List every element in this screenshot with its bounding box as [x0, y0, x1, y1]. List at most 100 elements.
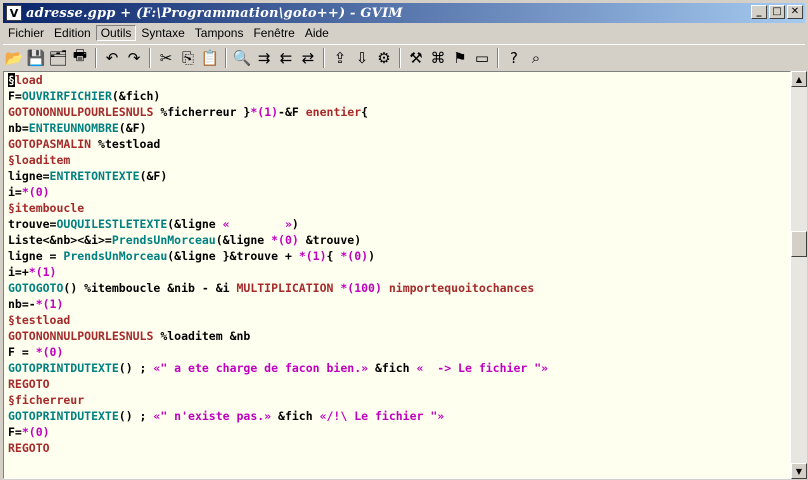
tags-icon[interactable]: ⚑	[449, 47, 471, 69]
title-bar[interactable]: V adresse.gpp + (F:\Programmation\goto++…	[3, 3, 805, 23]
code-line[interactable]: GOTONONNULPOURLESNULS %ficherreur }*(1)-…	[4, 104, 790, 120]
code-token: GOTONONNULPOURLESNULS	[8, 105, 154, 119]
code-token: &fich	[368, 361, 417, 375]
code-token: i=	[8, 185, 22, 199]
save-icon[interactable]: 💾	[25, 47, 47, 69]
menu-aide[interactable]: Aide	[300, 26, 334, 40]
window-title: adresse.gpp + (F:\Programmation\goto++) …	[26, 5, 403, 21]
code-line[interactable]: nb=-*(1)	[4, 296, 790, 312]
code-line[interactable]: REGOTO	[4, 440, 790, 456]
copy-icon[interactable]: ⎘	[177, 47, 199, 69]
code-token: PrendsUnMorceau	[63, 249, 168, 263]
menu-syntaxe[interactable]: Syntaxe	[136, 26, 189, 40]
code-line[interactable]: §itemboucle	[4, 200, 790, 216]
code-token: PrendsUnMorceau	[111, 233, 216, 247]
make-icon[interactable]: ⚒	[405, 47, 427, 69]
toolbar-separator	[323, 47, 325, 68]
scroll-down-button[interactable]: ▼	[791, 463, 807, 479]
code-token: -&F	[278, 105, 306, 119]
scroll-up-button[interactable]: ▲	[791, 71, 807, 87]
code-token: *(0)	[21, 185, 50, 199]
scroll-thumb[interactable]	[791, 231, 807, 257]
code-token: *(0)	[21, 425, 50, 439]
find-next-icon[interactable]: ⇉	[253, 47, 275, 69]
vertical-scrollbar[interactable]: ▲ ▼	[791, 71, 807, 479]
code-line[interactable]: i=+*(1)	[4, 264, 790, 280]
code-line[interactable]: §ficherreur	[4, 392, 790, 408]
paste-icon[interactable]: 📋	[199, 47, 221, 69]
undo-icon[interactable]: ↶	[101, 47, 123, 69]
code-token: {	[361, 105, 369, 119]
minimize-button[interactable]: _	[751, 5, 767, 19]
load-session-icon[interactable]: ⇪	[329, 47, 351, 69]
help-icon[interactable]: ?	[503, 47, 525, 69]
find-prev-icon[interactable]: ⇇	[275, 47, 297, 69]
code-token: ligne =	[8, 249, 64, 263]
code-line[interactable]: §load	[4, 72, 790, 88]
jump-tag-icon[interactable]: ▭	[471, 47, 493, 69]
find-icon[interactable]: 🔍	[231, 47, 253, 69]
gvim-app-icon[interactable]: V	[6, 5, 22, 21]
code-token: GOTOPASMALIN	[8, 137, 92, 151]
save-session-icon[interactable]: ⇩	[351, 47, 373, 69]
code-token: nimportequoitochances	[388, 281, 535, 295]
redo-icon[interactable]: ↷	[123, 47, 145, 69]
code-token: load	[14, 73, 43, 87]
save-all-icon[interactable]: 🗂	[47, 47, 69, 69]
code-line[interactable]: ligne = PrendsUnMorceau(&ligne }&trouve …	[4, 248, 790, 264]
code-token: (&F)	[139, 169, 168, 183]
code-line[interactable]: F=OUVRIRFICHIER(&fich)	[4, 88, 790, 104]
code-line[interactable]: §loaditem	[4, 152, 790, 168]
text-editor[interactable]: §load F=OUVRIRFICHIER(&fich) GOTONONNULPOU…	[3, 71, 791, 479]
code-token: *(0)	[271, 233, 299, 247]
code-token: ligne=	[8, 169, 50, 183]
code-token: F=	[8, 425, 22, 439]
code-token: GOTONONNULPOURLESNULS	[8, 329, 154, 343]
run-script-icon[interactable]: ⚙	[373, 47, 395, 69]
code-token: (&F)	[118, 121, 147, 135]
code-line[interactable]: REGOTO	[4, 376, 790, 392]
code-token: «" n'existe pas.»	[153, 409, 272, 423]
code-line[interactable]: F = *(0)	[4, 344, 790, 360]
shell-icon[interactable]: ⌘	[427, 47, 449, 69]
code-token: () %itemboucle &nib - &i	[63, 281, 237, 295]
title-buttons: _ □ ✕	[749, 5, 803, 19]
code-token: ENTRETONTEXTE	[49, 169, 140, 183]
close-button[interactable]: ✕	[787, 5, 803, 19]
text-cursor: §	[8, 73, 15, 87]
code-token: (&ligne	[215, 233, 272, 247]
menu-fichier[interactable]: Fichier	[3, 26, 49, 40]
code-line[interactable]: §testload	[4, 312, 790, 328]
code-line[interactable]: nb=ENTREUNNOMBRE(&F)	[4, 120, 790, 136]
code-line[interactable]: F=*(0)	[4, 424, 790, 440]
code-line[interactable]: i=*(0)	[4, 184, 790, 200]
menu-tampons[interactable]: Tampons	[190, 26, 249, 40]
code-token: )	[291, 217, 299, 231]
code-token: (&ligne	[167, 217, 223, 231]
code-line[interactable]: trouve=OUQUILESTLETEXTE(&ligne « »)	[4, 216, 790, 232]
open-icon[interactable]: 📂	[3, 47, 25, 69]
menu-outils[interactable]: Outils	[95, 25, 137, 41]
cut-icon[interactable]: ✂	[155, 47, 177, 69]
code-token: *(1)	[250, 105, 279, 119]
menu-edition[interactable]: Edition	[49, 26, 96, 40]
maximize-button[interactable]: □	[769, 5, 785, 19]
code-line[interactable]: ligne=ENTRETONTEXTE(&F)	[4, 168, 790, 184]
toolbar-separator	[95, 47, 97, 68]
code-line[interactable]: GOTONONNULPOURLESNULS %loaditem &nb	[4, 328, 790, 344]
code-token: *(1)	[298, 249, 327, 263]
menu-bar: Fichier Edition Outils Syntaxe Tampons F…	[3, 24, 805, 42]
code-line[interactable]: GOTOPASMALIN %testload	[4, 136, 790, 152]
code-token: GOTOPRINTDUTEXTE	[8, 409, 119, 423]
code-line[interactable]: GOTOGOTO() %itemboucle &nib - &i MULTIPL…	[4, 280, 790, 296]
code-line[interactable]: GOTOPRINTDUTEXTE() ; «" a ete charge de …	[4, 360, 790, 376]
find-help-icon[interactable]: ⌕	[525, 47, 547, 69]
code-token: §loaditem	[8, 153, 71, 167]
print-icon[interactable]: 🖶	[69, 46, 91, 69]
menu-fenetre[interactable]: Fenêtre	[248, 26, 299, 40]
code-line[interactable]: Liste<&nb><&i>=PrendsUnMorceau(&ligne *(…	[4, 232, 790, 248]
replace-icon[interactable]: ⇄	[297, 47, 319, 69]
code-line[interactable]: GOTOPRINTDUTEXTE() ; «" n'existe pas.» &…	[4, 408, 790, 424]
gvim-window: V adresse.gpp + (F:\Programmation\goto++…	[0, 0, 808, 480]
